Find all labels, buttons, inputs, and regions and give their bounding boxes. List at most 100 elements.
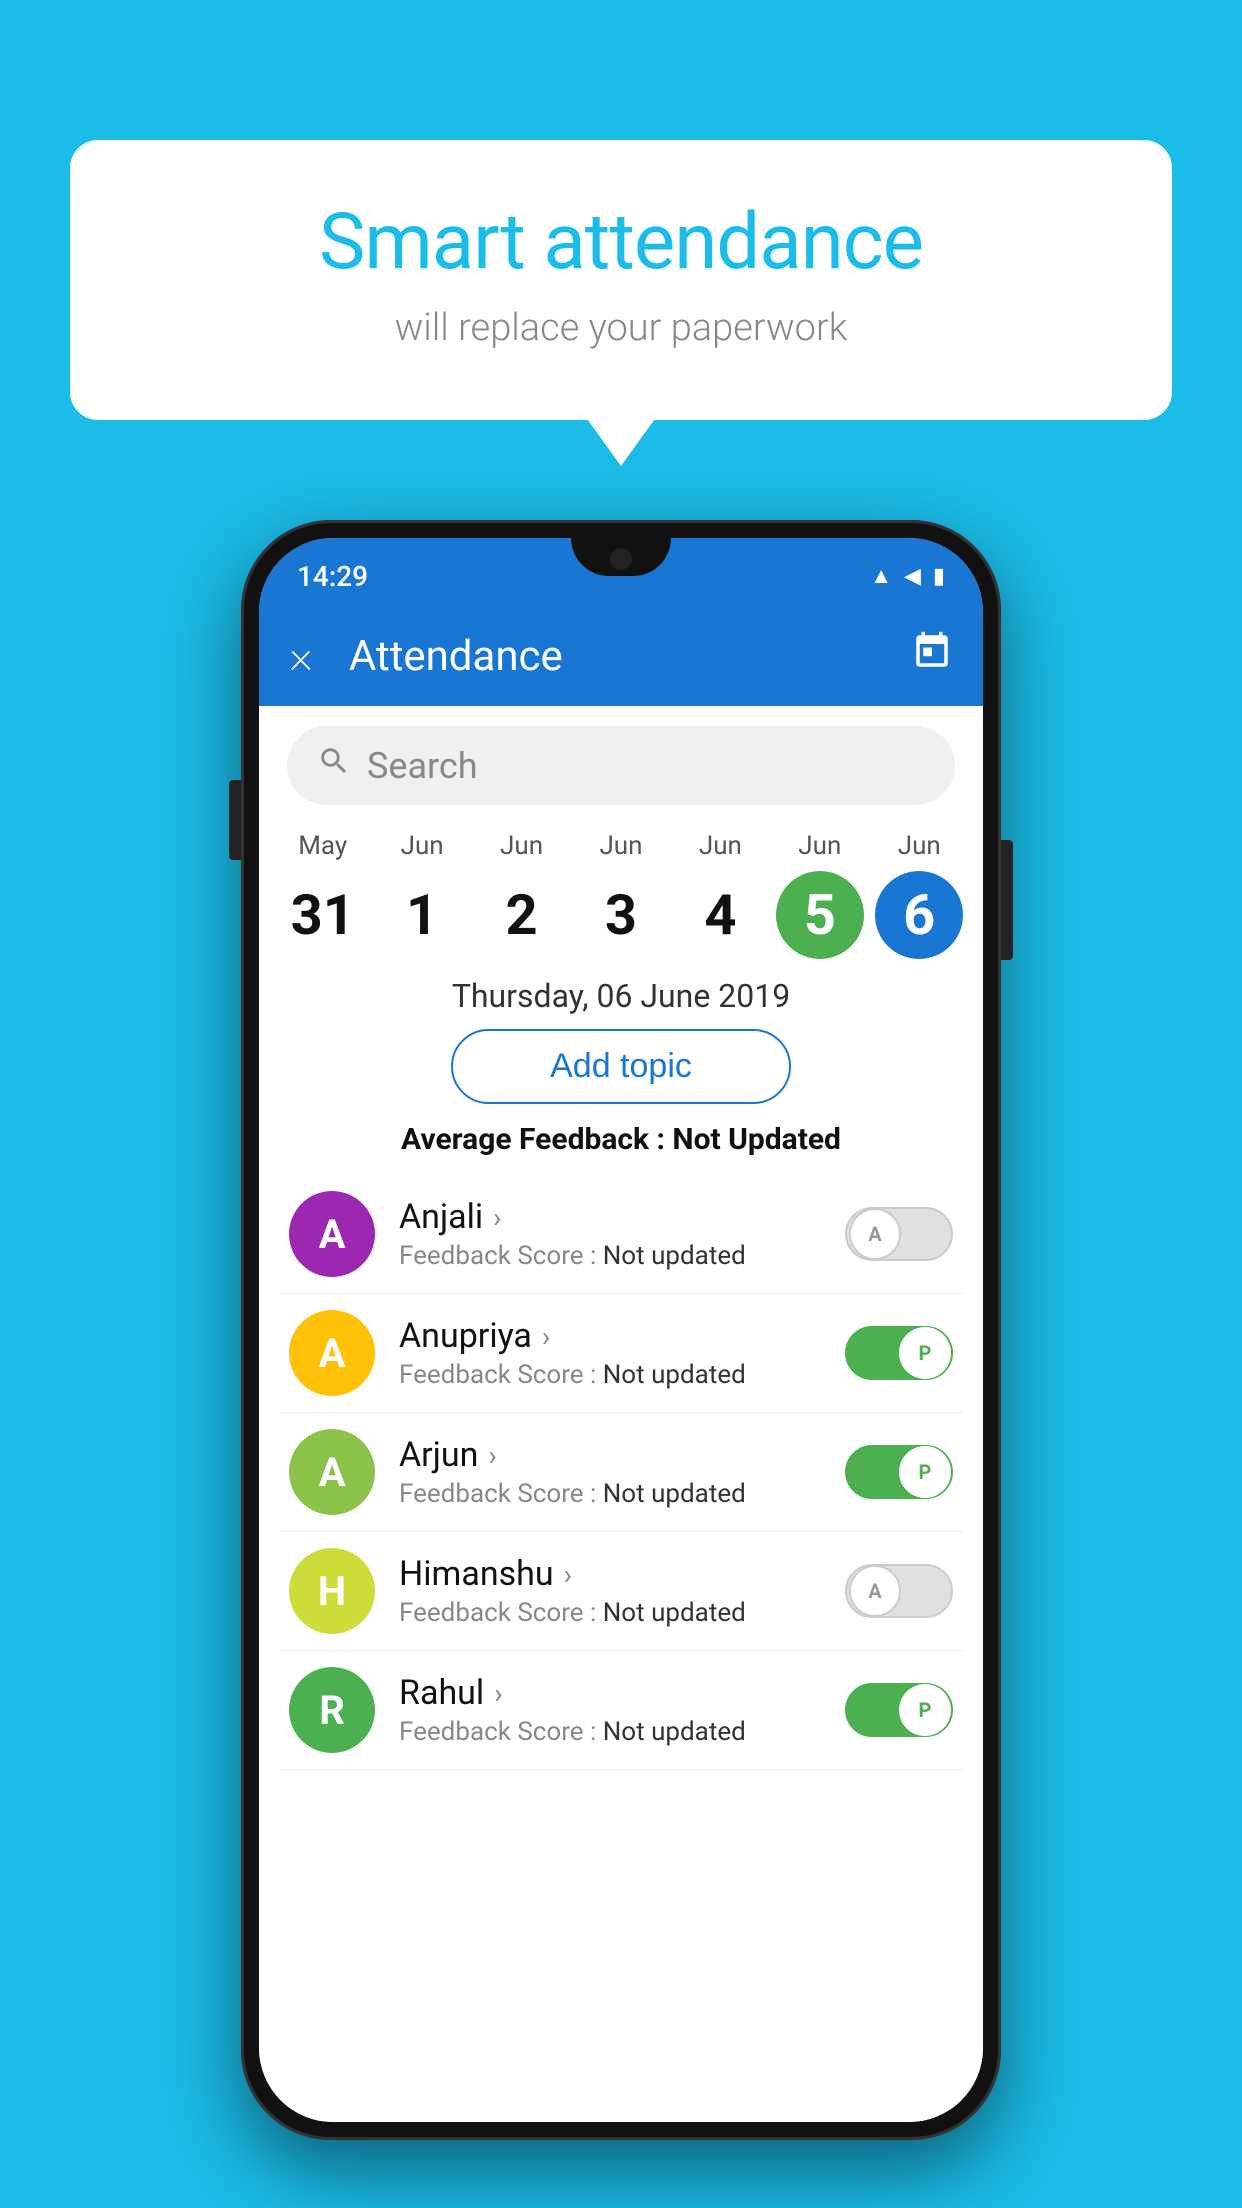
phone-container: 14:29 ▲ ◀ ▮ × Attendance [241, 520, 1001, 2140]
phone-shell: 14:29 ▲ ◀ ▮ × Attendance [241, 520, 1001, 2140]
attendance-toggle[interactable]: P [845, 1683, 953, 1737]
student-name: Arjun › [399, 1435, 845, 1475]
search-bar[interactable]: Search [287, 726, 955, 805]
cal-day-number[interactable]: 4 [676, 871, 764, 959]
student-name: Anupriya › [399, 1316, 845, 1356]
toggle-switch[interactable]: A [845, 1564, 953, 1618]
app-bar-title: Attendance [349, 632, 911, 681]
calendar-day[interactable]: Jun 3 [571, 831, 670, 959]
chevron-icon: › [542, 1320, 550, 1353]
cal-month-label: Jun [599, 831, 642, 861]
calendar-day[interactable]: Jun 1 [372, 831, 471, 959]
toggle-label: P [919, 1341, 932, 1365]
student-feedback: Feedback Score : Not updated [399, 1360, 845, 1390]
student-feedback: Feedback Score : Not updated [399, 1241, 845, 1271]
content-area: Search May 31 Jun 1 Jun 2 Jun 3 Jun 4 Jun 5Jun6 Thu… [259, 706, 983, 2122]
toggle-switch[interactable]: P [845, 1326, 953, 1380]
cal-month-label: Jun [699, 831, 742, 861]
speech-bubble-title: Smart attendance [150, 200, 1092, 286]
calendar-day[interactable]: Jun 4 [671, 831, 770, 959]
attendance-toggle[interactable]: P [845, 1445, 953, 1499]
calendar-strip: May 31 Jun 1 Jun 2 Jun 3 Jun 4 Jun 5Jun6 [259, 815, 983, 965]
chevron-icon: › [564, 1558, 572, 1591]
student-item[interactable]: A Arjun › Feedback Score : Not updated P [279, 1413, 963, 1532]
student-item[interactable]: R Rahul › Feedback Score : Not updated P [279, 1651, 963, 1770]
student-item[interactable]: A Anjali › Feedback Score : Not updated A [279, 1175, 963, 1294]
chevron-icon: › [494, 1677, 502, 1710]
feedback-value: Not updated [603, 1598, 746, 1628]
speech-bubble: Smart attendance will replace your paper… [70, 140, 1172, 420]
student-name: Himanshu › [399, 1554, 845, 1594]
student-item[interactable]: A Anupriya › Feedback Score : Not updated P [279, 1294, 963, 1413]
cal-day-number[interactable]: 31 [279, 871, 367, 959]
student-avatar: A [289, 1310, 375, 1396]
student-feedback: Feedback Score : Not updated [399, 1479, 845, 1509]
wifi-icon: ▲ [870, 563, 892, 589]
student-info: Arjun › Feedback Score : Not updated [399, 1435, 845, 1509]
calendar-day[interactable]: Jun 5 [770, 831, 869, 959]
toggle-thumb: P [899, 1684, 951, 1736]
toggle-thumb: P [899, 1446, 951, 1498]
search-icon [317, 744, 351, 787]
close-button[interactable]: × [289, 629, 313, 683]
cal-month-label: Jun [798, 831, 841, 861]
cal-day-number[interactable]: 1 [378, 871, 466, 959]
calendar-day[interactable]: May 31 [273, 831, 372, 959]
student-list: AAnjali ›Feedback Score : Not updatedAAA… [259, 1175, 983, 1770]
calendar-day[interactable]: Jun 2 [472, 831, 571, 959]
toggle-label: P [919, 1698, 932, 1722]
status-icons: ▲ ◀ ▮ [870, 563, 945, 589]
toggle-thumb: P [899, 1327, 951, 1379]
status-time: 14:29 [297, 560, 368, 593]
toggle-label: P [919, 1460, 932, 1484]
attendance-toggle[interactable]: A [845, 1564, 953, 1618]
toggle-switch[interactable]: P [845, 1445, 953, 1499]
toggle-switch[interactable]: P [845, 1683, 953, 1737]
avg-feedback: Average Feedback : Not Updated [259, 1122, 983, 1157]
cal-month-label: May [298, 831, 347, 861]
cal-day-number[interactable]: 5 [776, 871, 864, 959]
student-name: Rahul › [399, 1673, 845, 1713]
selected-date: Thursday, 06 June 2019 [259, 977, 983, 1015]
student-info: Rahul › Feedback Score : Not updated [399, 1673, 845, 1747]
student-avatar: H [289, 1548, 375, 1634]
speech-bubble-subtitle: will replace your paperwork [150, 306, 1092, 350]
signal-icon: ◀ [904, 564, 921, 589]
phone-screen: 14:29 ▲ ◀ ▮ × Attendance [259, 538, 983, 2122]
cal-month-label: Jun [401, 831, 444, 861]
cal-month-label: Jun [500, 831, 543, 861]
student-feedback: Feedback Score : Not updated [399, 1717, 845, 1747]
student-avatar: A [289, 1429, 375, 1515]
app-bar: × Attendance [259, 606, 983, 706]
student-name: Anjali › [399, 1197, 845, 1237]
student-info: Anupriya › Feedback Score : Not updated [399, 1316, 845, 1390]
search-placeholder: Search [367, 745, 478, 787]
add-topic-button[interactable]: Add topic [451, 1029, 791, 1104]
feedback-value: Not updated [603, 1360, 746, 1390]
phone-camera [610, 548, 632, 570]
toggle-thumb: A [849, 1208, 901, 1260]
toggle-label: A [868, 1222, 881, 1246]
chevron-icon: › [493, 1201, 501, 1234]
chevron-icon: › [488, 1439, 496, 1472]
feedback-value: Not updated [603, 1479, 746, 1509]
toggle-switch[interactable]: A [845, 1207, 953, 1261]
toggle-label: A [868, 1579, 881, 1603]
student-avatar: R [289, 1667, 375, 1753]
speech-bubble-container: Smart attendance will replace your paper… [70, 140, 1172, 420]
toggle-thumb: A [849, 1565, 901, 1617]
battery-icon: ▮ [933, 564, 945, 589]
calendar-icon[interactable] [911, 630, 953, 682]
attendance-toggle[interactable]: P [845, 1326, 953, 1380]
calendar-day[interactable]: Jun6 [870, 831, 969, 959]
student-info: Himanshu › Feedback Score : Not updated [399, 1554, 845, 1628]
attendance-toggle[interactable]: A [845, 1207, 953, 1261]
cal-day-number[interactable]: 6 [875, 871, 963, 959]
cal-day-number[interactable]: 3 [577, 871, 665, 959]
student-feedback: Feedback Score : Not updated [399, 1598, 845, 1628]
feedback-value: Not updated [603, 1717, 746, 1747]
avg-feedback-value: Not Updated [672, 1122, 841, 1157]
student-avatar: A [289, 1191, 375, 1277]
cal-day-number[interactable]: 2 [478, 871, 566, 959]
student-item[interactable]: H Himanshu › Feedback Score : Not updated A [279, 1532, 963, 1651]
